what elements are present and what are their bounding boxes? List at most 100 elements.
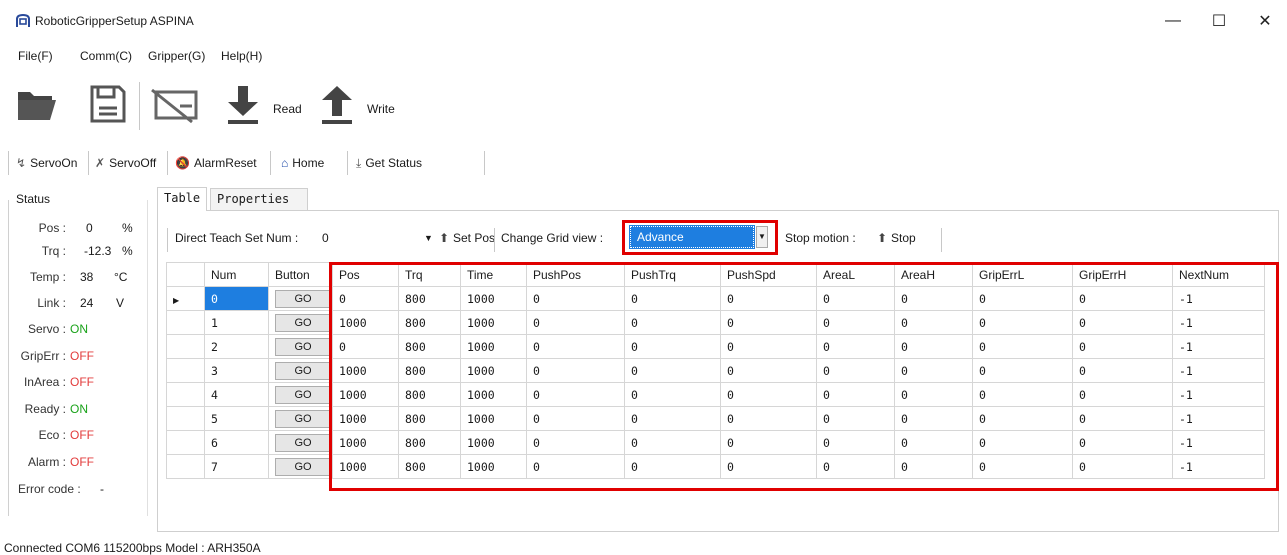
read-button-label[interactable]: Read — [273, 102, 302, 116]
table-cell[interactable]: 0 — [526, 286, 625, 311]
table-cell[interactable]: 1000 — [460, 310, 527, 335]
table-cell[interactable]: 0 — [720, 430, 817, 455]
table-cell[interactable]: 0 — [1072, 358, 1173, 383]
table-cell[interactable]: 0 — [624, 358, 721, 383]
table-cell[interactable]: -1 — [1172, 310, 1265, 335]
go-button[interactable]: GO — [275, 361, 331, 380]
num-cell[interactable]: 1 — [204, 310, 269, 335]
table-cell[interactable]: 1000 — [460, 358, 527, 383]
table-cell[interactable]: 0 — [1072, 310, 1173, 335]
table-cell[interactable]: 0 — [332, 334, 399, 359]
chevron-down-icon[interactable]: ▼ — [756, 226, 768, 248]
row-header[interactable] — [166, 406, 205, 431]
column-header[interactable]: Trq — [398, 262, 461, 287]
num-cell[interactable]: 6 — [204, 430, 269, 455]
write-button-label[interactable]: Write — [367, 102, 395, 116]
table-cell[interactable]: 0 — [624, 382, 721, 407]
servo-on-button[interactable]: ↯ ServoOn — [16, 153, 77, 173]
write-upload-icon[interactable] — [318, 84, 356, 126]
column-header[interactable]: PushTrq — [624, 262, 721, 287]
table-cell[interactable]: 0 — [972, 310, 1073, 335]
go-button[interactable]: GO — [275, 385, 331, 404]
table-cell[interactable]: 0 — [972, 430, 1073, 455]
table-cell[interactable]: 0 — [720, 334, 817, 359]
grid-view-select[interactable]: Advance ▼ — [629, 225, 772, 249]
table-cell[interactable]: 0 — [894, 406, 973, 431]
table-cell[interactable]: 1000 — [460, 382, 527, 407]
table-cell[interactable]: 0 — [720, 454, 817, 479]
table-cell[interactable]: 0 — [526, 334, 625, 359]
table-cell[interactable]: 0 — [972, 334, 1073, 359]
go-button[interactable]: GO — [275, 289, 331, 308]
table-cell[interactable]: 0 — [894, 358, 973, 383]
table-cell[interactable]: 0 — [720, 406, 817, 431]
table-cell[interactable]: 800 — [398, 454, 461, 479]
table-cell[interactable]: 0 — [526, 382, 625, 407]
set-pos-button[interactable]: Set Pos — [453, 231, 495, 245]
table-row[interactable]: 4 GO 1000 800 1000 0 0 0 0 0 0 0 -1 — [166, 382, 1265, 407]
go-button[interactable]: GO — [275, 457, 331, 476]
menu-file[interactable]: File(F) — [18, 49, 53, 63]
alarm-reset-button[interactable]: 🔕 AlarmReset — [175, 153, 257, 173]
go-button[interactable]: GO — [275, 433, 331, 452]
table-cell[interactable]: 800 — [398, 334, 461, 359]
table-cell[interactable]: 0 — [624, 286, 721, 311]
column-header[interactable]: AreaL — [816, 262, 895, 287]
table-cell[interactable]: 1000 — [332, 406, 399, 431]
table-cell[interactable]: 0 — [720, 358, 817, 383]
table-cell[interactable]: 0 — [894, 286, 973, 311]
menu-help[interactable]: Help(H) — [221, 49, 262, 63]
table-cell[interactable]: 800 — [398, 382, 461, 407]
table-cell[interactable]: 0 — [894, 310, 973, 335]
table-row[interactable]: 6 GO 1000 800 1000 0 0 0 0 0 0 0 -1 — [166, 430, 1265, 455]
table-cell[interactable]: 0 — [1072, 286, 1173, 311]
table-cell[interactable]: 0 — [972, 358, 1073, 383]
row-header[interactable] — [166, 310, 205, 335]
table-cell[interactable]: 0 — [816, 286, 895, 311]
tab-table[interactable]: Table — [157, 187, 208, 211]
table-cell[interactable]: 0 — [1072, 454, 1173, 479]
disconnect-icon[interactable] — [150, 88, 204, 124]
table-cell[interactable]: 0 — [816, 382, 895, 407]
table-cell[interactable]: 0 — [816, 406, 895, 431]
table-cell[interactable]: 0 — [894, 454, 973, 479]
table-cell[interactable]: -1 — [1172, 286, 1265, 311]
table-cell[interactable]: -1 — [1172, 358, 1265, 383]
table-cell[interactable]: 1000 — [332, 358, 399, 383]
table-row[interactable]: 2 GO 0 800 1000 0 0 0 0 0 0 0 -1 — [166, 334, 1265, 359]
table-cell[interactable]: -1 — [1172, 406, 1265, 431]
table-cell[interactable]: 0 — [816, 334, 895, 359]
column-header[interactable]: AreaH — [894, 262, 973, 287]
table-cell[interactable]: 0 — [816, 454, 895, 479]
table-cell[interactable]: 800 — [398, 286, 461, 311]
table-row[interactable]: 7 GO 1000 800 1000 0 0 0 0 0 0 0 -1 — [166, 454, 1265, 479]
table-cell[interactable]: 0 — [816, 358, 895, 383]
table-cell[interactable]: 0 — [720, 286, 817, 311]
column-header[interactable]: GripErrL — [972, 262, 1073, 287]
table-cell[interactable]: 1000 — [332, 310, 399, 335]
table-cell[interactable]: 0 — [526, 406, 625, 431]
row-header[interactable] — [166, 358, 205, 383]
table-cell[interactable]: -1 — [1172, 430, 1265, 455]
table-cell[interactable]: 0 — [526, 430, 625, 455]
row-header[interactable] — [166, 334, 205, 359]
table-cell[interactable]: 0 — [1072, 430, 1173, 455]
table-row[interactable]: 1 GO 1000 800 1000 0 0 0 0 0 0 0 -1 — [166, 310, 1265, 335]
table-cell[interactable]: 0 — [624, 430, 721, 455]
menu-comm[interactable]: Comm(C) — [80, 49, 132, 63]
row-header[interactable]: ▶ — [166, 286, 205, 311]
table-row[interactable]: ▶ 0 GO 0 800 1000 0 0 0 0 0 0 0 -1 — [166, 286, 1265, 311]
table-cell[interactable]: 0 — [816, 310, 895, 335]
table-cell[interactable]: 800 — [398, 406, 461, 431]
table-cell[interactable]: 1000 — [332, 430, 399, 455]
table-cell[interactable]: 0 — [972, 286, 1073, 311]
table-cell[interactable]: -1 — [1172, 454, 1265, 479]
num-cell[interactable]: 0 — [204, 286, 269, 311]
table-row[interactable]: 3 GO 1000 800 1000 0 0 0 0 0 0 0 -1 — [166, 358, 1265, 383]
table-cell[interactable]: 0 — [624, 334, 721, 359]
table-cell[interactable]: 1000 — [332, 382, 399, 407]
home-button[interactable]: ⌂ Home — [281, 153, 324, 173]
table-cell[interactable]: 0 — [894, 334, 973, 359]
column-header[interactable]: Button — [268, 262, 333, 287]
minimize-button[interactable]: — — [1150, 0, 1196, 42]
